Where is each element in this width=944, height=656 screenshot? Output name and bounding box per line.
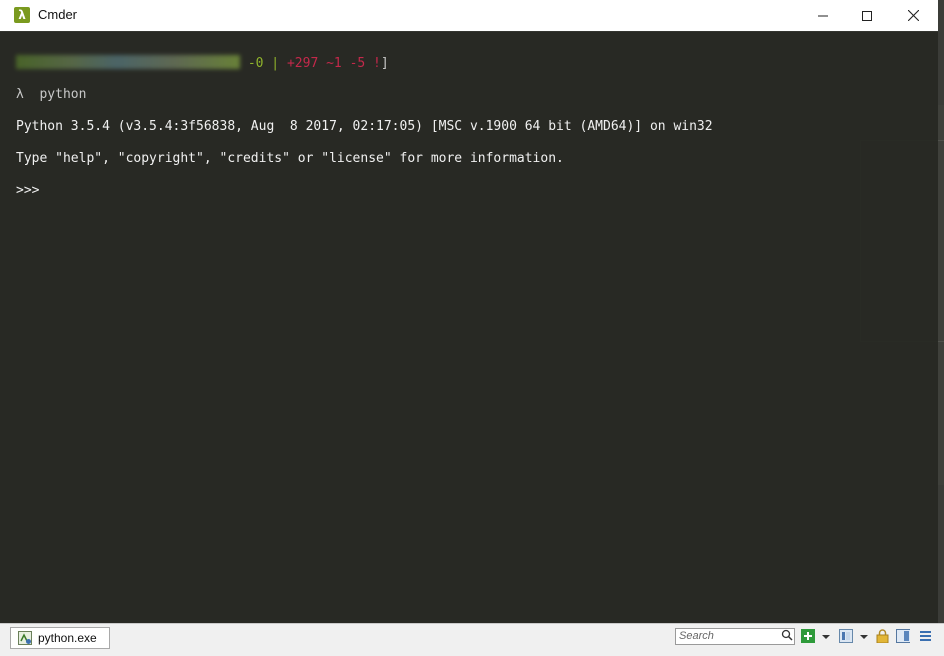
minimize-button[interactable] [800, 0, 846, 31]
maximize-button[interactable] [844, 0, 890, 31]
prompt-status-line: -0 | +297 ~1 -5 !] [16, 55, 938, 71]
console-tab[interactable]: python.exe [10, 627, 110, 649]
search-input[interactable]: Search [675, 628, 795, 645]
window-title: Cmder [38, 7, 78, 22]
lambda-icon: λ [14, 7, 30, 23]
lock-icon[interactable] [876, 629, 890, 643]
console-tab-label: python.exe [38, 631, 97, 645]
git-status-changes: +297 ~1 -5 ! [286, 56, 381, 71]
split-view-icon[interactable] [896, 629, 910, 643]
status-bar: python.exe Search [0, 623, 944, 656]
maximize-icon [862, 10, 872, 21]
search-icon[interactable] [781, 629, 793, 641]
chevron-down-icon[interactable] [821, 629, 835, 643]
git-status-close: ] [380, 56, 389, 71]
console-tab-icon [18, 631, 32, 645]
close-button[interactable] [890, 0, 936, 31]
cmder-window: λ Cmder -0 | +297 ~1 -5 !] λ python Pyth… [0, 0, 944, 656]
python-version-line: Python 3.5.4 (v3.5.4:3f56838, Aug 8 2017… [16, 119, 713, 134]
title-bar[interactable]: λ Cmder [0, 0, 938, 32]
chevron-down-icon-2[interactable] [859, 629, 873, 643]
terminal-console[interactable]: -0 | +297 ~1 -5 !] λ python Python 3.5.4… [0, 31, 938, 623]
command-line: λ python [16, 87, 87, 102]
python-help-line: Type "help", "copyright", "credits" or "… [16, 151, 564, 166]
git-status-clean: -0 | [247, 56, 287, 71]
minimize-icon [818, 15, 828, 16]
menu-icon[interactable] [919, 629, 933, 643]
console-list-icon[interactable] [839, 629, 853, 643]
redacted-path [16, 55, 240, 69]
close-icon [907, 10, 919, 21]
new-console-icon[interactable] [801, 629, 815, 643]
repl-prompt: >>> [16, 183, 40, 198]
